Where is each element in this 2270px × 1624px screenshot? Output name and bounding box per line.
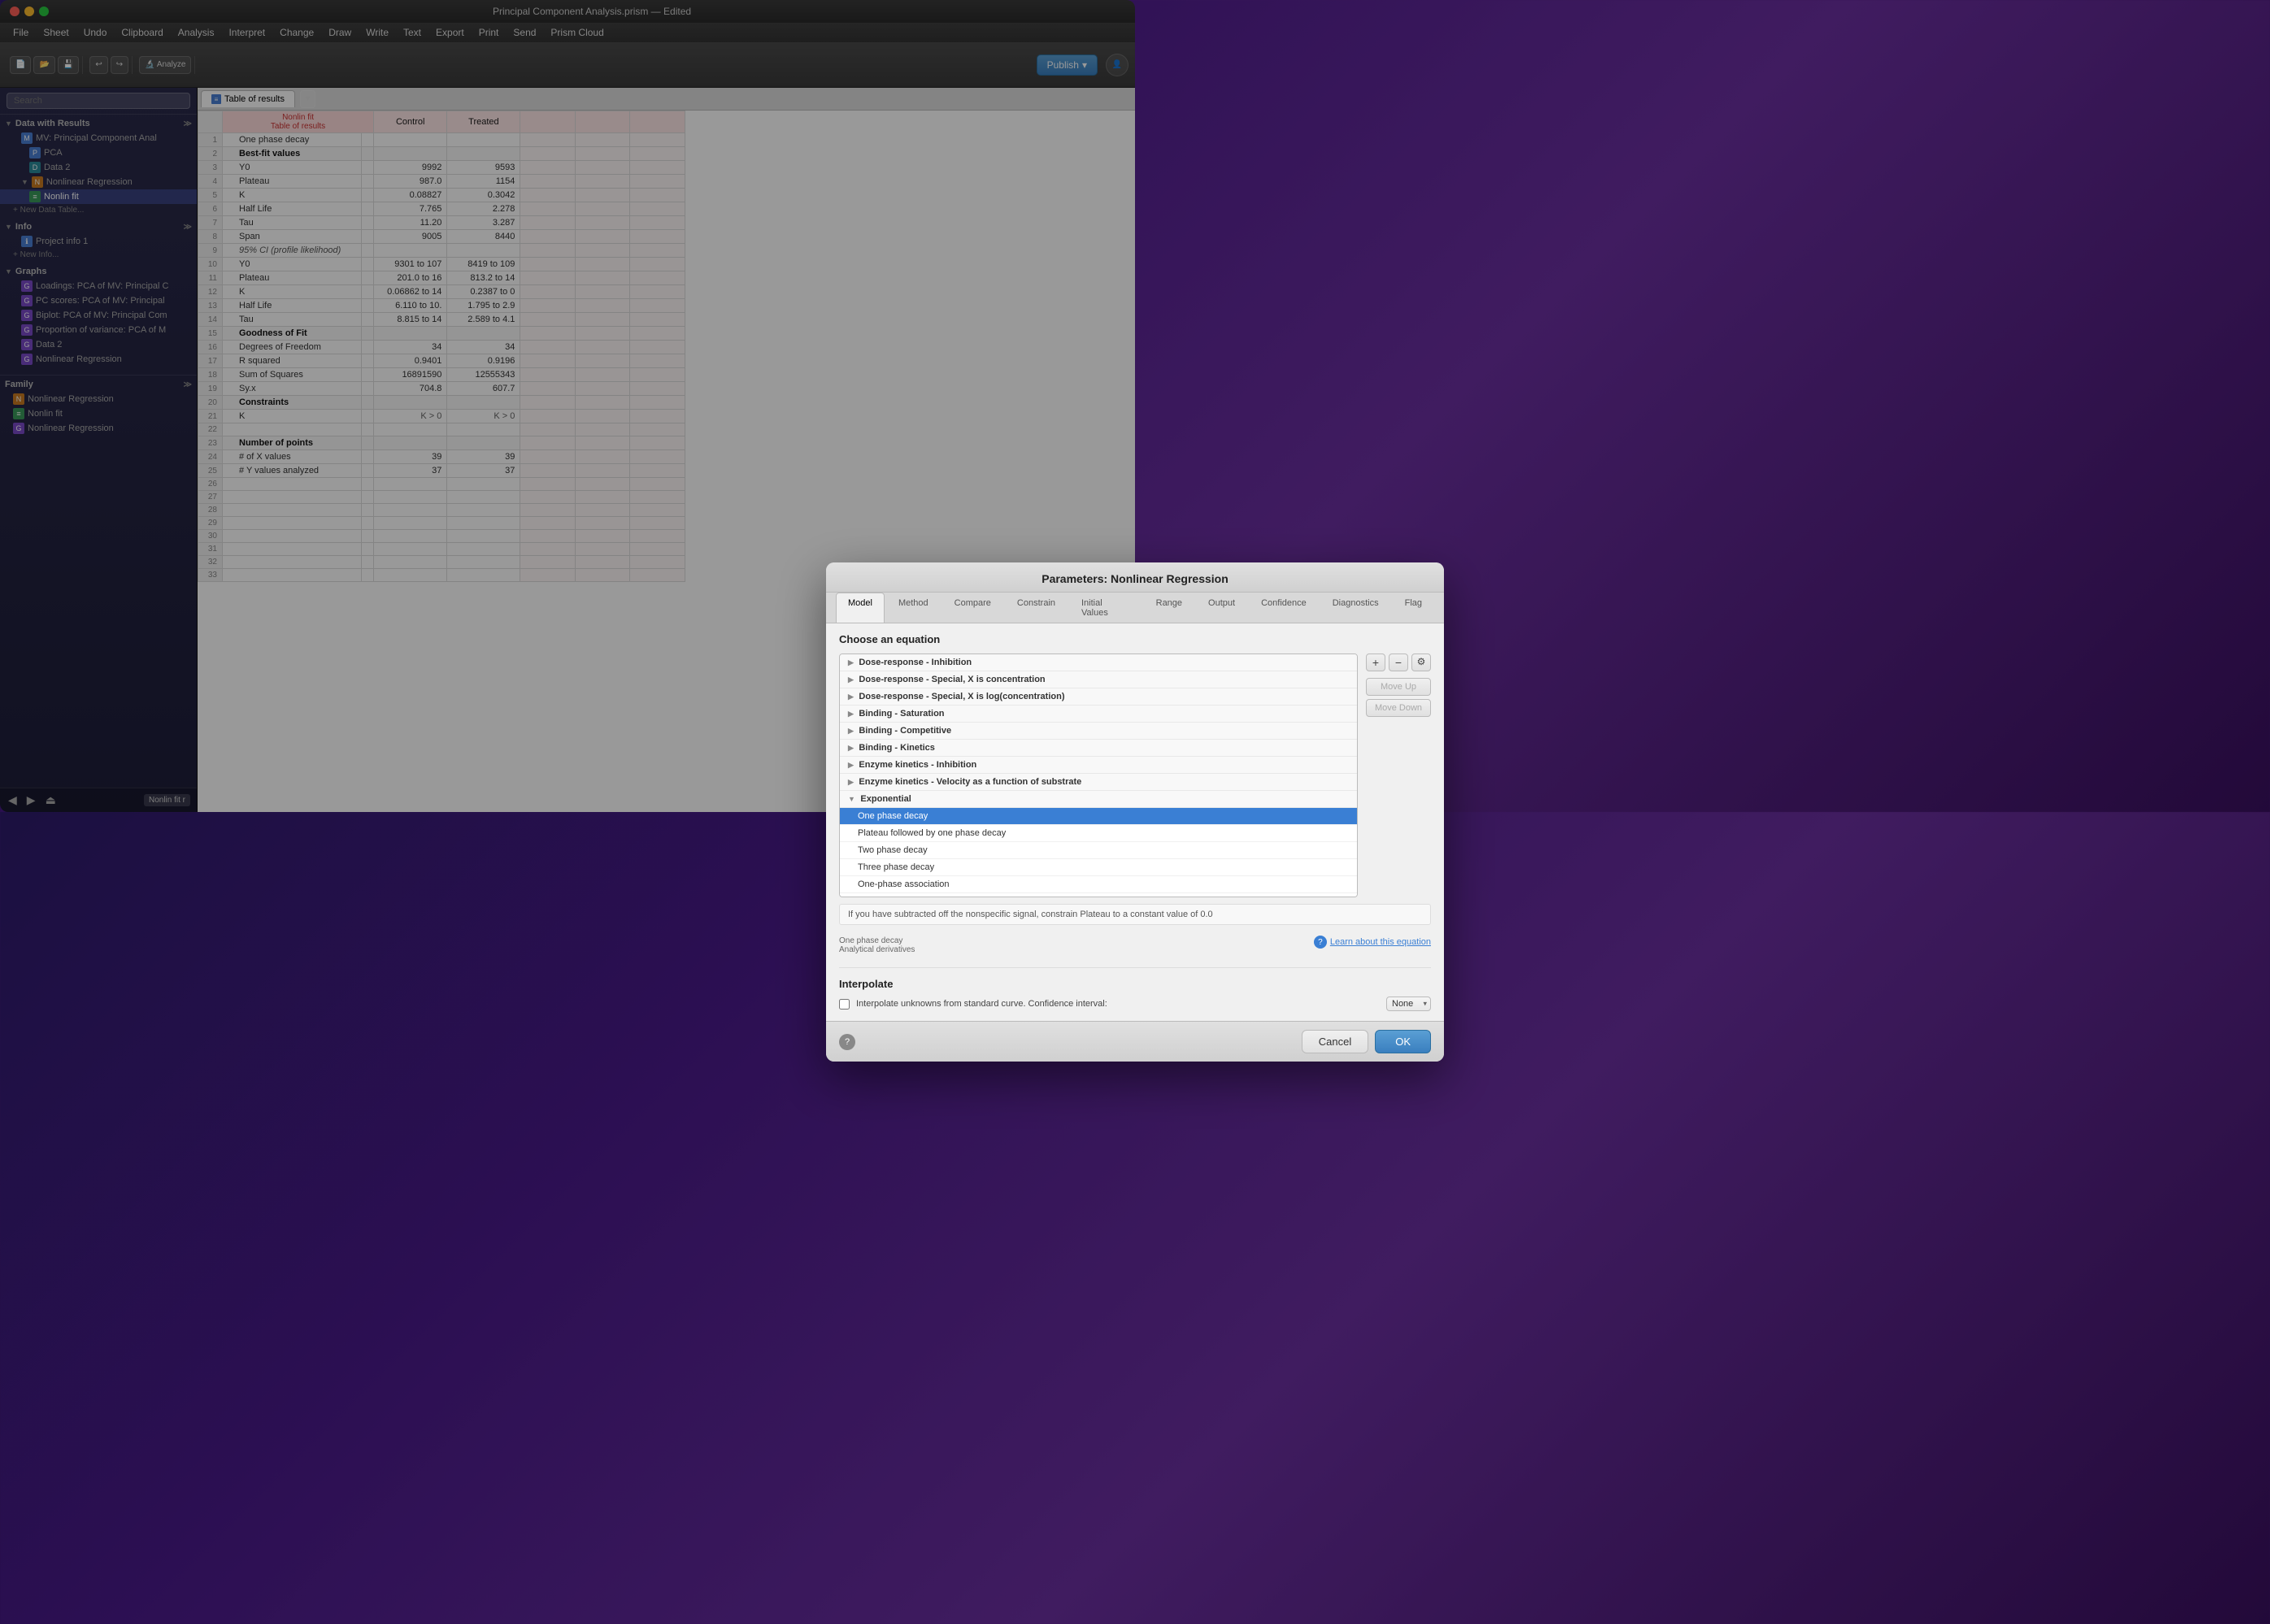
dialog-tab-range[interactable]: Range	[1144, 593, 1194, 623]
eq-cat-dose-special-log[interactable]: ▶ Dose-response - Special, X is log(conc…	[840, 688, 1357, 706]
dialog-tab-initial-values[interactable]: Initial Values	[1069, 593, 1142, 623]
help-circle-icon: ?	[1314, 936, 1327, 949]
equation-info-bar: One phase decay Analytical derivatives	[839, 936, 915, 954]
interpolate-checkbox-label: Interpolate unknowns from standard curve…	[856, 999, 1380, 1009]
dialog-title: Parameters: Nonlinear Regression	[839, 572, 1431, 585]
enzyme-velocity-arrow-icon: ▶	[848, 778, 855, 786]
dialog-body: Choose an equation ▶ Dose-response - Inh…	[826, 623, 1444, 1021]
dialog-titlebar: Parameters: Nonlinear Regression	[826, 562, 1444, 593]
eq-item-plateau-one-phase-decay[interactable]: Plateau followed by one phase decay	[840, 825, 1357, 842]
exponential-arrow-icon: ▼	[848, 795, 857, 803]
parameters-dialog: Parameters: Nonlinear Regression Model M…	[826, 562, 1444, 1062]
learn-link[interactable]: ? Learn about this equation	[1314, 936, 1431, 949]
dialog-footer: ? Cancel OK	[826, 1021, 1444, 1062]
move-down-button[interactable]: Move Down	[1366, 699, 1431, 717]
dose-inhibition-arrow-icon: ▶	[848, 658, 855, 667]
eq-cat-dose-special-conc[interactable]: ▶ Dose-response - Special, X is concentr…	[840, 671, 1357, 688]
equation-name: One phase decay	[839, 936, 915, 945]
interpolate-section: Interpolate Interpolate unknowns from st…	[839, 967, 1431, 1011]
eq-cat-exponential[interactable]: ▼ Exponential	[840, 791, 1357, 808]
equation-derivative: Analytical derivatives	[839, 945, 915, 954]
equation-list: ▶ Dose-response - Inhibition ▶ Dose-resp…	[839, 654, 1358, 897]
interpolate-row: Interpolate unknowns from standard curve…	[839, 997, 1431, 1011]
eq-item-three-phase-decay[interactable]: Three phase decay	[840, 859, 1357, 876]
dialog-tab-model[interactable]: Model	[836, 593, 885, 623]
eq-top-buttons: + − ⚙	[1366, 654, 1431, 671]
interpolate-checkbox[interactable]	[839, 999, 850, 1010]
equation-buttons: + − ⚙ Move Up Move Down	[1366, 654, 1431, 897]
add-equation-button[interactable]: +	[1366, 654, 1385, 671]
dialog-help-button[interactable]: ?	[839, 1034, 855, 1050]
eq-item-two-phase-decay[interactable]: Two phase decay	[840, 842, 1357, 859]
cancel-button[interactable]: Cancel	[1302, 1030, 1368, 1053]
move-up-button[interactable]: Move Up	[1366, 678, 1431, 696]
dose-special-log-arrow-icon: ▶	[848, 693, 855, 701]
eq-cat-enzyme-inhibition[interactable]: ▶ Enzyme kinetics - Inhibition	[840, 757, 1357, 774]
ci-select[interactable]: None	[1386, 997, 1431, 1011]
dose-special-conc-arrow-icon: ▶	[848, 675, 855, 684]
dialog-tab-flag[interactable]: Flag	[1393, 593, 1434, 623]
interpolate-label: Interpolate	[839, 978, 1431, 990]
eq-cat-dose-inhibition[interactable]: ▶ Dose-response - Inhibition	[840, 654, 1357, 671]
choose-equation-label: Choose an equation	[839, 633, 1431, 645]
hint-text: If you have subtracted off the nonspecif…	[839, 904, 1431, 925]
equation-info-row: One phase decay Analytical derivatives ?…	[839, 930, 1431, 954]
eq-cat-binding-competitive[interactable]: ▶ Binding - Competitive	[840, 723, 1357, 740]
eq-item-one-phase-association[interactable]: One-phase association	[840, 876, 1357, 893]
dialog-tab-confidence[interactable]: Confidence	[1249, 593, 1319, 623]
dialog-footer-buttons: Cancel OK	[1302, 1030, 1431, 1053]
dialog-tabs: Model Method Compare Constrain Initial V…	[826, 593, 1444, 623]
binding-kinetics-arrow-icon: ▶	[848, 744, 855, 752]
binding-saturation-arrow-icon: ▶	[848, 710, 855, 718]
equation-panel: ▶ Dose-response - Inhibition ▶ Dose-resp…	[839, 654, 1431, 897]
ci-select-wrapper: None	[1386, 997, 1431, 1011]
enzyme-inhibition-arrow-icon: ▶	[848, 761, 855, 769]
eq-item-plateau-one-phase-assoc[interactable]: Plateau followed by one phase associatio…	[840, 893, 1357, 897]
dialog-tab-method[interactable]: Method	[886, 593, 941, 623]
eq-cat-binding-saturation[interactable]: ▶ Binding - Saturation	[840, 706, 1357, 723]
remove-equation-button[interactable]: −	[1389, 654, 1408, 671]
eq-cat-enzyme-velocity[interactable]: ▶ Enzyme kinetics - Velocity as a functi…	[840, 774, 1357, 791]
equation-settings-button[interactable]: ⚙	[1411, 654, 1431, 671]
binding-competitive-arrow-icon: ▶	[848, 727, 855, 735]
dialog-tab-compare[interactable]: Compare	[942, 593, 1003, 623]
dialog-tab-constrain[interactable]: Constrain	[1005, 593, 1068, 623]
dialog-tab-output[interactable]: Output	[1196, 593, 1247, 623]
dialog-tab-diagnostics[interactable]: Diagnostics	[1320, 593, 1391, 623]
eq-cat-binding-kinetics[interactable]: ▶ Binding - Kinetics	[840, 740, 1357, 757]
eq-item-one-phase-decay[interactable]: One phase decay	[840, 808, 1357, 825]
ok-button[interactable]: OK	[1375, 1030, 1431, 1053]
dialog-overlay: Parameters: Nonlinear Regression Model M…	[0, 0, 2270, 1624]
